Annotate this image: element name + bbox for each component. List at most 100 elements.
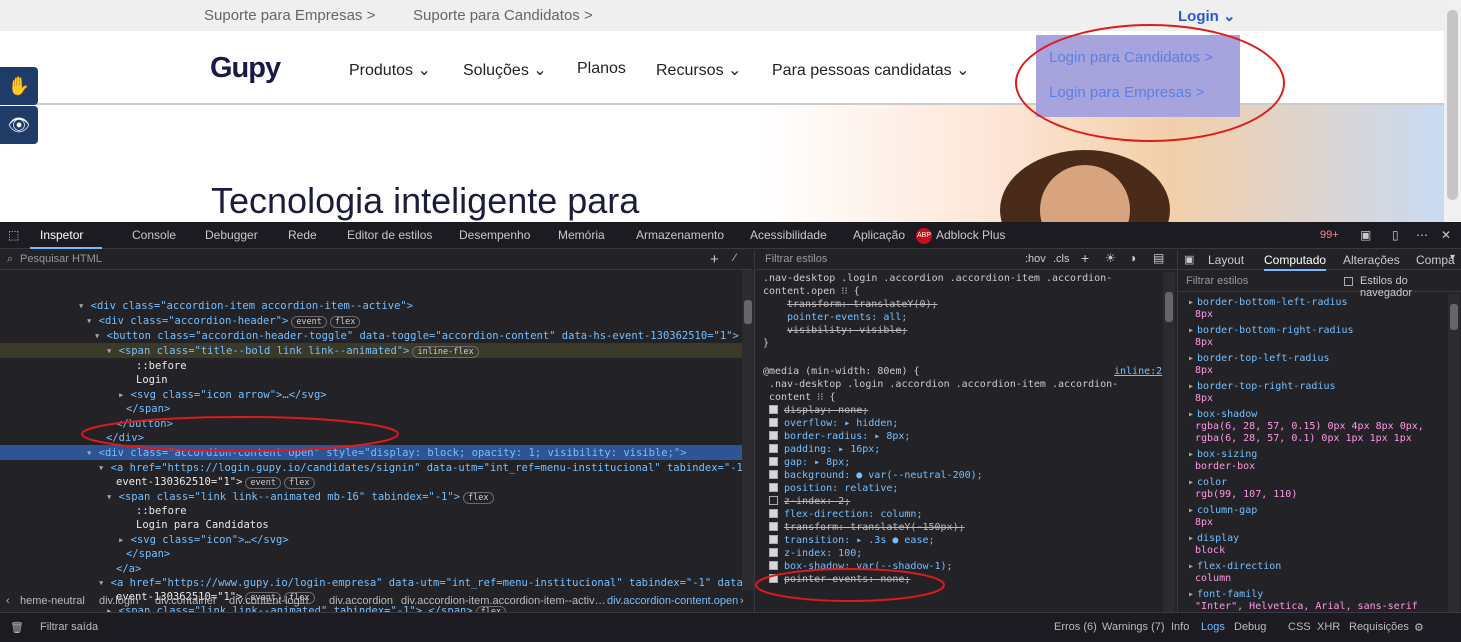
tab-console[interactable]: Console [132, 228, 176, 242]
rule-declaration[interactable]: background: ● var(--neutral-200); [769, 469, 983, 482]
rule-declaration[interactable]: gap: ▸ 8px; [769, 456, 850, 469]
rule-declaration[interactable]: border-radius: ▸ 8px; [769, 430, 910, 443]
html-node-line[interactable]: ▸ <svg class="icon arrow">…</svg> [118, 388, 327, 402]
expand-down-icon[interactable]: ▾ [106, 345, 119, 357]
expand-down-icon[interactable]: ▾ [98, 577, 111, 589]
declaration-checkbox[interactable] [769, 483, 778, 492]
html-node-line[interactable]: ::before [136, 504, 187, 518]
declaration-checkbox[interactable] [769, 548, 778, 557]
rules-scrollbar-thumb[interactable] [1165, 292, 1173, 322]
declaration-checkbox[interactable] [769, 457, 778, 466]
add-rule-icon[interactable]: + [1081, 250, 1089, 266]
html-node-line[interactable]: </a> [116, 562, 141, 576]
filter-info[interactable]: Info [1171, 621, 1189, 633]
tab-alteracoes[interactable]: Alterações [1343, 253, 1400, 267]
computed-scrollbar[interactable] [1448, 294, 1460, 612]
tab-desempenho[interactable]: Desempenho [459, 228, 530, 242]
support-companies-link[interactable]: Suporte para Empresas > [204, 7, 375, 24]
node-badge[interactable]: flex [284, 477, 315, 489]
rule-source-link[interactable]: inline:2 [1114, 365, 1162, 378]
breadcrumb-item-1[interactable]: div.login [99, 595, 139, 607]
html-node-line[interactable]: ▾ <div class="accordion-item accordion-i… [78, 299, 413, 313]
declaration-checkbox[interactable] [769, 431, 778, 440]
breadcrumb-item-5[interactable]: div.accordion-item.accordion-item--activ… [401, 595, 606, 607]
nav-recursos[interactable]: Recursos ⌄ [656, 60, 741, 80]
tab-acessibilidade[interactable]: Acessibilidade [750, 228, 827, 242]
gear-icon[interactable]: ⚙ [1414, 621, 1424, 634]
expand-right-icon[interactable]: ▸ [1188, 533, 1194, 544]
computed-prop-name[interactable]: ▸ column-gap [1188, 505, 1257, 517]
gupy-logo[interactable]: Gupy [210, 52, 281, 85]
html-node-line[interactable]: </div> [106, 431, 144, 445]
html-node-line[interactable]: ▾ <div class="accordion-header"> event fle… [86, 314, 361, 328]
nav-pessoas-candidatas[interactable]: Para pessoas candidatas ⌄ [772, 60, 970, 80]
filter-logs[interactable]: Logs [1201, 621, 1225, 633]
node-badge[interactable]: inline-flex [412, 346, 479, 358]
tab-memoria[interactable]: Memória [558, 228, 605, 242]
rule-declaration[interactable]: visibility: visible; [787, 324, 907, 337]
dock-icon[interactable]: ▣ [1360, 228, 1371, 242]
computed-prop-name[interactable]: ▸ flex-direction [1188, 561, 1281, 573]
expand-right-icon[interactable]: ▸ [118, 389, 131, 401]
rules-scrollbar[interactable] [1163, 272, 1175, 612]
node-badge[interactable]: flex [329, 316, 361, 328]
computed-scrollbar-thumb[interactable] [1450, 304, 1458, 330]
rule-declaration[interactable]: pointer-events: all; [787, 311, 907, 324]
html-node-line[interactable]: ▾ <a href="https://login.gupy.io/candida… [98, 461, 806, 475]
sign-language-icon[interactable]: ✋ [0, 67, 38, 105]
page-scrollbar-thumb[interactable] [1447, 10, 1458, 200]
html-node-line[interactable]: </span> [126, 402, 170, 416]
tab-debugger[interactable]: Debugger [205, 228, 258, 242]
computed-prop-name[interactable]: ▸ border-bottom-right-radius [1188, 325, 1354, 337]
breadcrumb-item-6[interactable]: div.accordion-content.open [607, 595, 738, 607]
computed-prop-name[interactable]: ▸ border-top-left-radius [1188, 353, 1329, 365]
computed-prop-name[interactable]: ▸ box-sizing [1188, 449, 1257, 461]
declaration-checkbox[interactable] [769, 496, 778, 505]
html-search-input[interactable]: Pesquisar HTML [20, 253, 102, 265]
hov-toggle[interactable]: :hov [1025, 253, 1046, 265]
tab-aplicacao[interactable]: Aplicação [853, 228, 905, 242]
computed-prop-name[interactable]: ▸ font-family [1188, 589, 1263, 601]
node-badge[interactable]: flex [463, 492, 494, 504]
chevron-down-icon[interactable]: ▾ [1450, 252, 1455, 263]
trash-icon[interactable]: 🗑 [10, 621, 24, 634]
page-scrollbar[interactable] [1444, 0, 1461, 222]
html-scrollbar[interactable] [742, 270, 754, 590]
filter-debug[interactable]: Debug [1234, 621, 1266, 633]
responsive-icon[interactable]: ▯ [1392, 228, 1399, 242]
declaration-checkbox[interactable] [769, 535, 778, 544]
html-node-line[interactable]: ▾ <div class="accordion-content open" st… [86, 446, 687, 460]
expand-right-icon[interactable]: ▸ [1188, 381, 1194, 392]
declaration-checkbox[interactable] [769, 444, 778, 453]
expand-right-icon[interactable]: ▸ [1188, 409, 1194, 420]
expand-right-icon[interactable]: ▸ [1188, 353, 1194, 364]
expand-right-icon[interactable]: ▸ [1188, 449, 1194, 460]
breadcrumb-right-icon[interactable]: › [740, 595, 744, 607]
filter-requests[interactable]: Requisições [1349, 621, 1409, 633]
expand-right-icon[interactable]: ▸ [1188, 589, 1194, 600]
expand-right-icon[interactable]: ▸ [1188, 505, 1194, 516]
html-node-line[interactable]: ::before [136, 359, 187, 373]
html-node-line[interactable]: ▾ <a href="https://www.gupy.io/login-emp… [98, 576, 768, 590]
rule-declaration[interactable]: z-index: 100; [769, 547, 862, 560]
declaration-checkbox[interactable] [769, 470, 778, 479]
dark-mode-icon[interactable]: ◑ [1129, 251, 1136, 265]
rules-filter-input[interactable]: Filtrar estilos [765, 253, 827, 265]
login-toggle[interactable]: Login ⌄ [1178, 7, 1236, 25]
computed-prop-name[interactable]: ▸ color [1188, 477, 1227, 489]
expand-right-icon[interactable]: ▸ [1188, 325, 1194, 336]
breadcrumb-item-4[interactable]: div.accordion [329, 595, 393, 607]
tab-inspetor[interactable]: Inspetor [40, 228, 83, 242]
expand-right-icon[interactable]: ▸ [1188, 297, 1194, 308]
nav-solucoes[interactable]: Soluções ⌄ [463, 60, 547, 80]
computed-prop-name[interactable]: ▸ box-shadow [1188, 409, 1257, 421]
expand-right-icon[interactable]: ▸ [118, 534, 131, 546]
computed-prop-name[interactable]: ▸ border-top-right-radius [1188, 381, 1336, 393]
html-node-line[interactable]: ▾ <button class="accordion-header-toggle… [94, 329, 778, 343]
html-scrollbar-thumb[interactable] [744, 300, 752, 324]
expand-down-icon[interactable]: ▾ [106, 491, 119, 503]
eyedropper-icon[interactable]: ⁄ [734, 252, 736, 264]
support-candidates-link[interactable]: Suporte para Candidatos > [413, 7, 593, 24]
breadcrumb-item-3[interactable]: div.content-login [229, 595, 308, 607]
html-node-line[interactable]: </button> [116, 417, 173, 431]
